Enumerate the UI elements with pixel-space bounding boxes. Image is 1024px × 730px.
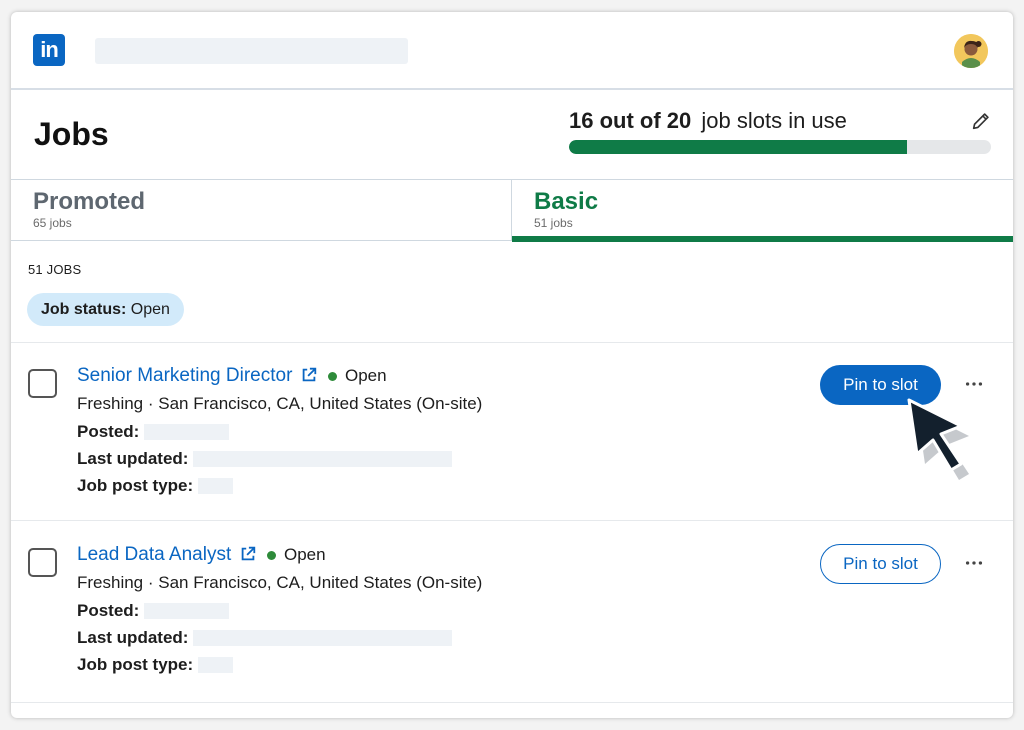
linkedin-logo-icon[interactable]: in bbox=[33, 34, 65, 66]
job-post-type-label: Job post type: bbox=[77, 476, 194, 495]
divider bbox=[11, 702, 1013, 703]
job-post-type-value-placeholder bbox=[198, 657, 233, 673]
jobs-panel: in Jobs 16 out of 20 job slots in use Pr… bbox=[11, 12, 1013, 718]
external-link-icon[interactable] bbox=[239, 545, 257, 563]
job-slots-label: job slots in use bbox=[701, 108, 847, 133]
job-status: Open bbox=[284, 545, 326, 564]
user-avatar-icon bbox=[954, 34, 988, 68]
job-select-checkbox[interactable] bbox=[28, 369, 57, 398]
tab-basic-count: 51 jobs bbox=[534, 216, 573, 230]
ellipsis-icon[interactable] bbox=[963, 552, 985, 574]
last-updated-label: Last updated: bbox=[77, 628, 189, 647]
pin-to-slot-button[interactable]: Pin to slot bbox=[820, 544, 941, 584]
job-title-link[interactable]: Senior Marketing Director bbox=[77, 365, 292, 387]
posted-value-placeholder bbox=[144, 424, 229, 440]
avatar[interactable] bbox=[954, 34, 988, 68]
job-type-tabs: Promoted 65 jobs Basic 51 jobs bbox=[11, 179, 1013, 242]
search-bar-placeholder[interactable] bbox=[95, 38, 408, 64]
active-tab-indicator bbox=[512, 236, 1013, 242]
filter-value: Open bbox=[130, 301, 170, 318]
job-slots-count: 16 out of 20 bbox=[569, 108, 692, 133]
job-slots-progress bbox=[569, 140, 991, 154]
pencil-icon[interactable] bbox=[970, 110, 992, 132]
posted-label: Posted: bbox=[77, 422, 140, 441]
job-slots-progress-fill bbox=[569, 140, 907, 154]
last-updated-value-placeholder bbox=[193, 630, 452, 646]
job-slots-summary: 16 out of 20 job slots in use bbox=[569, 108, 847, 134]
status-open-dot-icon bbox=[328, 372, 337, 381]
tab-basic[interactable]: Basic 51 jobs bbox=[512, 180, 1013, 242]
external-link-icon[interactable] bbox=[300, 366, 318, 384]
last-updated-value-placeholder bbox=[193, 451, 452, 467]
status-open-dot-icon bbox=[267, 551, 276, 560]
job-row: Lead Data Analyst Open Freshing · San Fr… bbox=[11, 522, 1013, 700]
posted-label: Posted: bbox=[77, 601, 140, 620]
last-updated-label: Last updated: bbox=[77, 449, 189, 468]
filter-label: Job status: bbox=[41, 301, 127, 318]
job-company-location: Freshing · San Francisco, CA, United Sta… bbox=[77, 573, 483, 592]
job-status: Open bbox=[345, 366, 387, 385]
page-title: Jobs bbox=[34, 116, 109, 152]
tab-basic-name: Basic bbox=[534, 188, 599, 215]
job-company-location: Freshing · San Francisco, CA, United Sta… bbox=[77, 394, 483, 413]
job-row: Senior Marketing Director Open Freshing … bbox=[11, 343, 1013, 521]
posted-value-placeholder bbox=[144, 603, 229, 619]
tab-promoted-name: Promoted bbox=[33, 188, 146, 215]
tab-promoted[interactable]: Promoted 65 jobs bbox=[11, 180, 512, 241]
job-title-link[interactable]: Lead Data Analyst bbox=[77, 544, 231, 566]
job-select-checkbox[interactable] bbox=[28, 548, 57, 577]
jobs-header: Jobs 16 out of 20 job slots in use bbox=[11, 92, 1013, 180]
job-post-type-label: Job post type: bbox=[77, 655, 194, 674]
top-nav-bar: in bbox=[11, 12, 1013, 90]
jobs-count: 51 JOBS bbox=[28, 262, 82, 277]
job-post-type-value-placeholder bbox=[198, 478, 233, 494]
job-status-filter-pill[interactable]: Job status: Open bbox=[27, 293, 184, 326]
tab-promoted-count: 65 jobs bbox=[33, 216, 72, 230]
divider bbox=[11, 520, 1013, 521]
mouse-pointer-icon bbox=[907, 398, 969, 480]
